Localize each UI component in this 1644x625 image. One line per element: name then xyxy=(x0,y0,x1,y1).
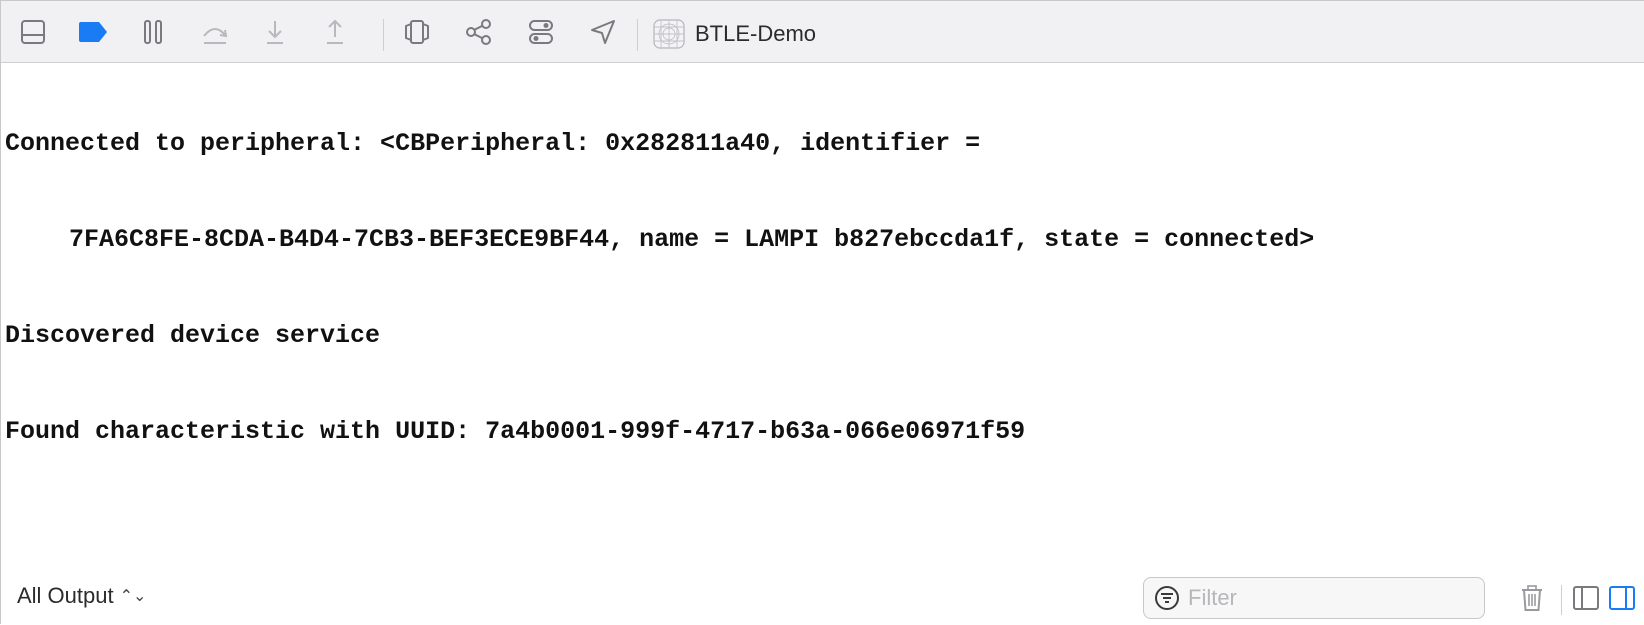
output-scope-selector[interactable]: All Output ⌃⌄ xyxy=(17,583,146,609)
filter-icon xyxy=(1155,586,1179,610)
console-bottom-bar: All Output ⌃⌄ xyxy=(1,571,1644,625)
app-icon xyxy=(653,19,685,49)
view-hierarchy-icon xyxy=(405,20,429,44)
step-over-icon xyxy=(203,28,228,44)
right-panel-icon xyxy=(1609,586,1635,610)
toggle-console-panel-icon xyxy=(21,20,45,44)
output-scope-label: All Output xyxy=(17,583,114,608)
console-line: Connected to peripheral: <CBPeripheral: … xyxy=(5,129,981,158)
environment-overrides-icon xyxy=(529,20,553,44)
simulate-location-button[interactable] xyxy=(585,14,621,50)
debug-toolbar: BTLE-Demo xyxy=(1,1,1644,63)
step-out-button[interactable] xyxy=(317,14,353,50)
show-variables-view-button[interactable] xyxy=(1571,583,1601,613)
step-out-icon xyxy=(327,19,343,44)
show-console-view-button[interactable] xyxy=(1607,583,1637,613)
debug-console-window: BTLE-Demo Connected to peripheral: <CBPe… xyxy=(0,0,1644,624)
environment-overrides-button[interactable] xyxy=(523,14,559,50)
toolbar-separator xyxy=(637,19,638,51)
trash-icon xyxy=(1522,585,1542,611)
step-over-button[interactable] xyxy=(197,14,233,50)
left-panel-icon xyxy=(1573,586,1599,610)
up-down-chevron-icon: ⌃⌄ xyxy=(119,588,147,605)
scheme-label: BTLE-Demo xyxy=(695,21,817,46)
toolbar-separator xyxy=(383,19,384,51)
debug-view-hierarchy-button[interactable] xyxy=(399,14,435,50)
filter-input[interactable] xyxy=(1186,584,1484,612)
scheme-selector[interactable]: BTLE-Demo xyxy=(653,19,816,49)
breakpoints-toggle-button[interactable] xyxy=(75,14,111,50)
toggle-console-panel-button[interactable] xyxy=(15,14,51,50)
console-line: Found characteristic with UUID: 7a4b0001… xyxy=(5,417,1026,446)
console-line: Discovered device service xyxy=(5,321,381,350)
step-into-button[interactable] xyxy=(257,14,293,50)
breakpoints-toggle-icon xyxy=(79,22,107,42)
pause-button[interactable] xyxy=(135,14,171,50)
debug-memory-graph-button[interactable] xyxy=(461,14,497,50)
bottom-separator xyxy=(1561,585,1562,615)
pause-icon xyxy=(144,20,162,44)
step-into-icon xyxy=(267,21,283,44)
memory-graph-icon xyxy=(466,19,491,45)
filter-field[interactable] xyxy=(1143,577,1485,619)
console-output[interactable]: Connected to peripheral: <CBPeripheral: … xyxy=(5,64,1624,564)
console-line: 7FA6C8FE-8CDA-B4D4-7CB3-BEF3ECE9BF44, na… xyxy=(69,225,1315,254)
clear-console-button[interactable] xyxy=(1517,583,1547,613)
simulate-location-icon xyxy=(591,20,615,44)
